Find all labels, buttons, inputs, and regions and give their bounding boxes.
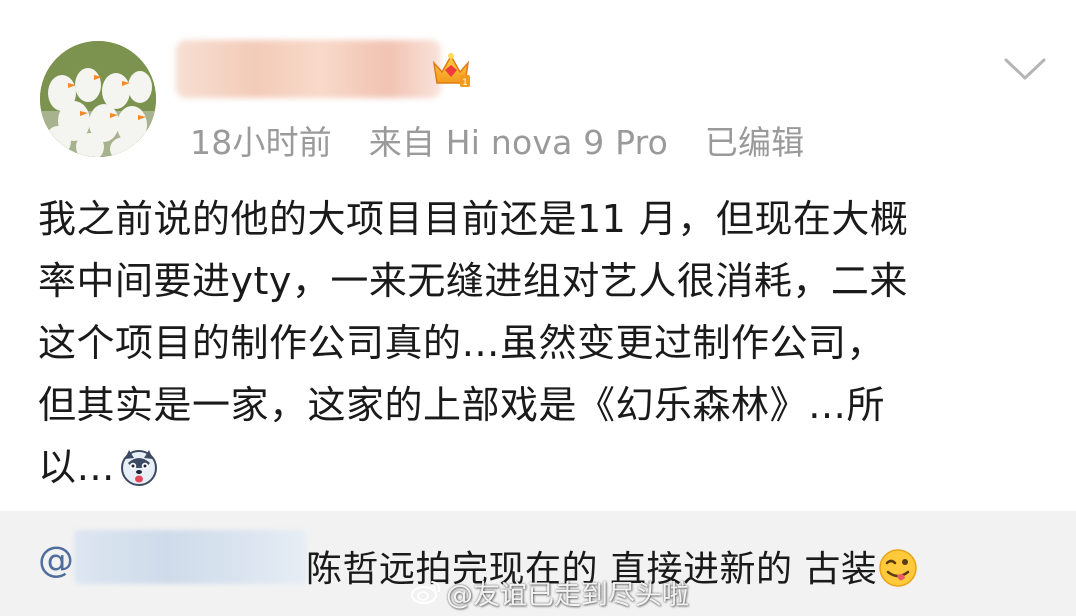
- post-line-text: 以…: [38, 445, 116, 489]
- svg-text:1: 1: [462, 78, 468, 88]
- post-line: 但其实是一家，这家的上部戏是《幻乐森林》…所: [38, 383, 886, 427]
- username-redacted[interactable]: [176, 40, 441, 98]
- mention-at[interactable]: @: [38, 540, 74, 581]
- edited-label[interactable]: 已编辑: [705, 123, 805, 162]
- mention-user-redacted[interactable]: [74, 530, 306, 584]
- post-line-last: 以…: [38, 436, 1043, 498]
- wink-tongue-emoji-icon: [879, 549, 918, 587]
- watermark-text: @友谊已走到尽头啦: [446, 579, 689, 611]
- dog-emoji-icon: [121, 449, 158, 486]
- post-meta: 18小时前 来自 Hi nova 9 Pro 已编辑: [190, 116, 804, 162]
- post-line: 这个项目的制作公司真的…虽然变更过制作公司，: [38, 321, 886, 365]
- post-body: 我之前说的他的大项目目前还是11 月，但现在大概 率中间要进yty，一来无缝进组…: [38, 188, 1043, 498]
- post-time: 18小时前: [190, 123, 332, 162]
- chevron-down-icon[interactable]: [1002, 54, 1048, 84]
- post-line: 我之前说的他的大项目目前还是11 月，但现在大概: [38, 197, 909, 241]
- post-source[interactable]: 来自 Hi nova 9 Pro: [369, 123, 668, 162]
- post-line: 率中间要进yty，一来无缝进组对艺人很消耗，二来: [38, 259, 908, 303]
- watermark: @友谊已走到尽头啦: [410, 574, 689, 611]
- weibo-logo-icon: [411, 581, 441, 604]
- crown-badge-icon: 1: [432, 53, 470, 88]
- avatar[interactable]: [40, 41, 156, 157]
